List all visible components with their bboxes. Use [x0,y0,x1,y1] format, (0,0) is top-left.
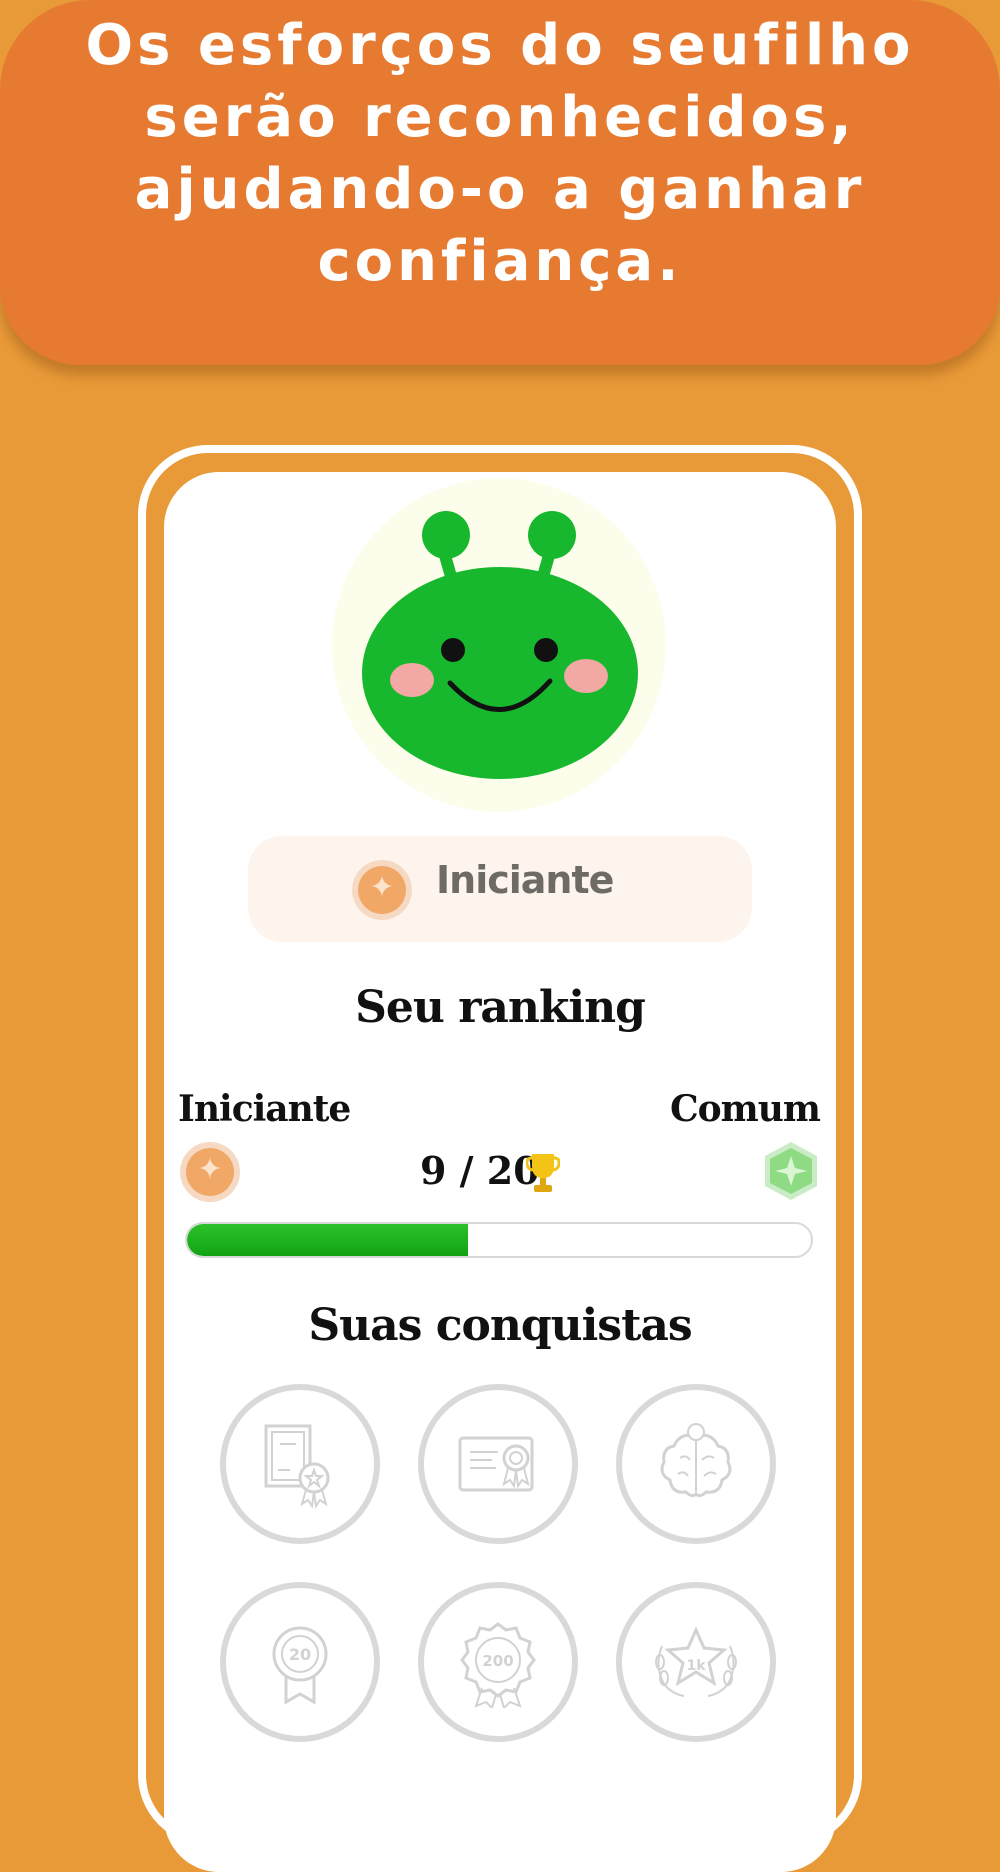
score: 9 / 20 [420,1148,540,1193]
achievement-badge-laurel-1k[interactable]: 1k [616,1582,776,1742]
medal-20-text: 20 [289,1645,311,1664]
certificate-award-icon [264,1424,330,1509]
green-hexagon-gem-icon [765,1142,817,1200]
level-label: Iniciante [436,858,614,902]
trophy-icon [526,1154,560,1192]
avatar[interactable] [352,505,648,785]
ranking-progress-fill [187,1224,468,1256]
diploma-ribbon-icon [458,1436,534,1492]
ranking-progress-bar [185,1222,813,1258]
medal-20-icon: 20 [272,1626,328,1705]
bronze-gem-coin-icon: ✦ [352,860,412,920]
banner-headline: Os esforços do seufilho serão reconhecid… [85,13,915,294]
achievements-title: Suas conquistas [308,1300,692,1351]
header-banner: Os esforços do seufilho serão reconhecid… [0,0,1000,365]
achievement-badge-diploma[interactable] [418,1384,578,1544]
laurel-star-1k-icon: 1k [655,1626,737,1697]
rosette-200-icon: 200 [460,1622,536,1708]
achievement-badge-rosette-200[interactable]: 200 [418,1582,578,1742]
laurel-1k-text: 1k [686,1658,706,1674]
brain-lightbulb-icon [660,1423,732,1498]
achievement-badge-brain[interactable] [616,1384,776,1544]
achievement-badge-certificate[interactable] [220,1384,380,1544]
current-level-coin-icon: ✦ [180,1142,240,1202]
achievement-badge-medal-20[interactable]: 20 [220,1582,380,1742]
next-level-label: Comum [669,1088,821,1130]
current-level-label: Iniciante [178,1088,351,1130]
ranking-title: Seu ranking [355,982,646,1033]
rosette-200-text: 200 [482,1652,513,1670]
